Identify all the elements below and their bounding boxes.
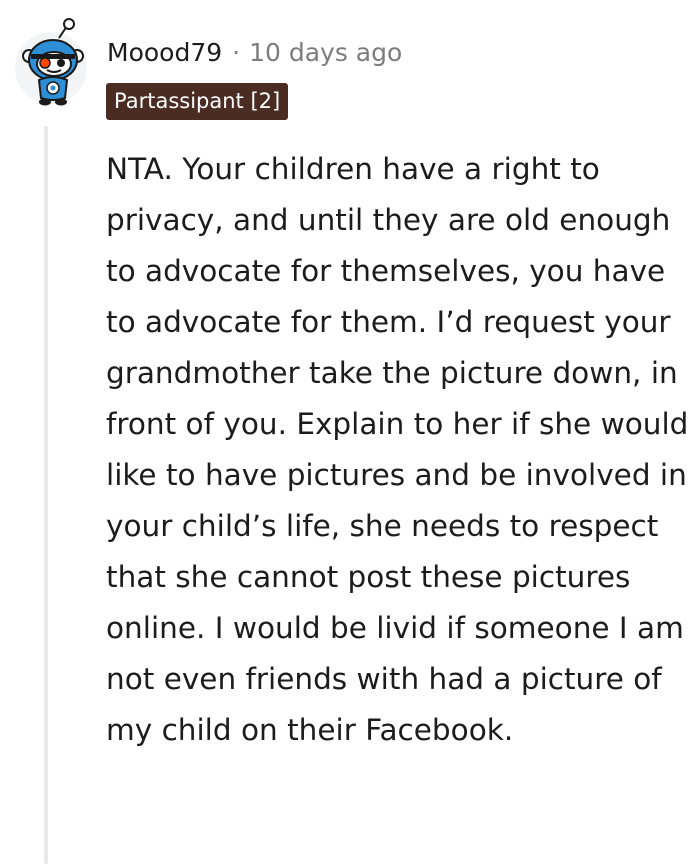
username-link[interactable]: Moood79 (107, 38, 222, 67)
timestamp-link[interactable]: 10 days ago (249, 38, 402, 67)
thread-collapse-line[interactable] (44, 126, 48, 864)
separator-dot: · (232, 37, 241, 67)
snoo-avatar-icon[interactable] (15, 16, 97, 112)
comment-body: NTA. Your children have a right to priva… (106, 152, 689, 747)
comment-meta: Moood79 · 10 days ago (107, 30, 402, 74)
comment: Moood79 · 10 days ago Partassipant [2] N… (0, 0, 700, 864)
user-flair-badge: Partassipant [2] (106, 83, 289, 120)
